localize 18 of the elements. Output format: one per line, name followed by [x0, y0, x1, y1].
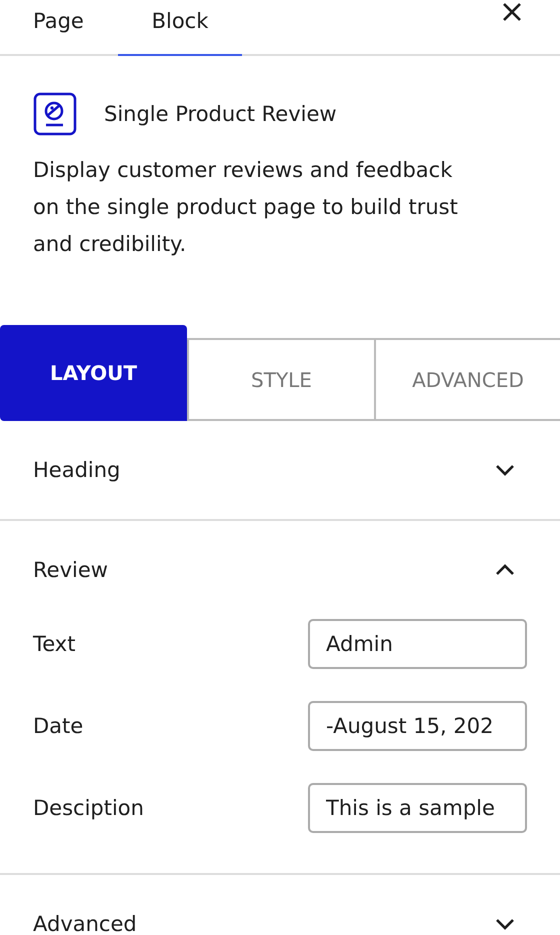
field-label: Text — [33, 632, 76, 656]
block-icon — [33, 92, 77, 136]
block-description: Display customer reviews and feedback on the single product page to build trust and credibility. — [33, 157, 459, 258]
settings-tab[interactable]: ADVANCED — [374, 338, 560, 421]
input-field[interactable]: -August 15, 202 — [308, 701, 527, 751]
field-label: Date — [33, 714, 84, 738]
settings-tab[interactable]: STYLE — [187, 338, 374, 421]
field-label: Desciption — [33, 796, 144, 820]
block-title: Single Product Review — [104, 102, 337, 126]
panel-header[interactable]: Review — [0, 521, 560, 619]
panel-header[interactable]: Heading — [0, 421, 560, 519]
close-icon[interactable] — [502, 2, 522, 22]
input-field[interactable]: This is a sample — [308, 783, 527, 833]
panel-tab[interactable]: Page — [0, 0, 118, 56]
panel-tab[interactable]: Block — [118, 0, 242, 56]
input-field[interactable]: Admin — [308, 619, 527, 669]
panel-header[interactable]: Advanced — [0, 875, 560, 935]
settings-tab[interactable]: LAYOUT — [0, 325, 187, 421]
